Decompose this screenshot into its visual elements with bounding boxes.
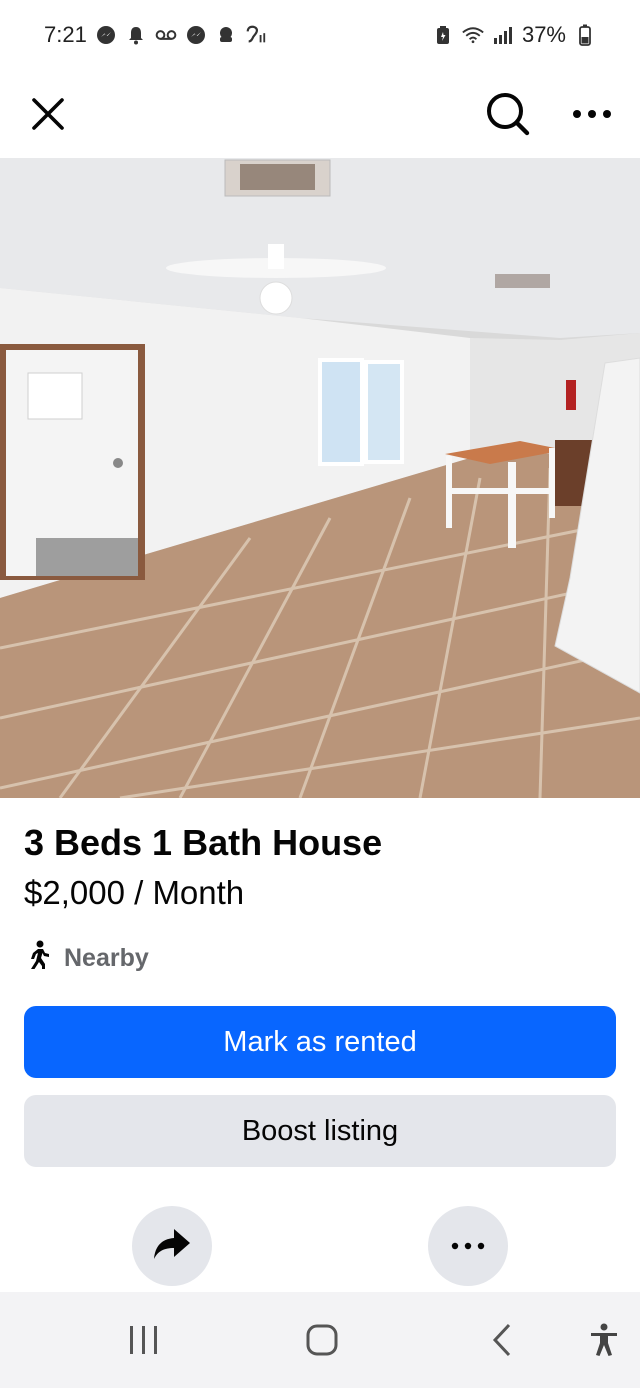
more-horizontal-icon[interactable]	[568, 90, 616, 138]
system-navigation-bar	[0, 1292, 640, 1388]
status-time: 7:21	[44, 22, 87, 47]
status-bar-right: 37%	[432, 22, 596, 48]
top-bar-actions	[484, 90, 616, 138]
share-icon	[152, 1227, 192, 1266]
boost-listing-button[interactable]: Boost listing	[24, 1095, 616, 1167]
distance-label: Nearby	[64, 944, 149, 972]
status-bar-left: 7:21	[44, 22, 267, 48]
home-icon[interactable]	[294, 1312, 350, 1368]
share-button[interactable]	[132, 1206, 212, 1286]
listing-photo-illustration	[0, 158, 640, 798]
listing-photo[interactable]	[0, 158, 640, 798]
listing-price: $2,000 / Month	[24, 874, 245, 911]
more-actions-button[interactable]	[428, 1206, 508, 1286]
wifi-icon	[462, 24, 484, 46]
voicemail-icon	[155, 24, 177, 46]
close-icon[interactable]	[24, 90, 72, 138]
listing-distance: Nearby	[24, 940, 149, 977]
hearing-icon	[245, 24, 267, 46]
messenger-icon	[95, 24, 117, 46]
recents-icon[interactable]	[116, 1312, 172, 1368]
accessibility-icon[interactable]	[576, 1312, 632, 1368]
signal-icon	[492, 24, 514, 46]
listing-title: 3 Beds 1 Bath House	[24, 822, 383, 863]
more-horizontal-icon	[451, 1237, 485, 1255]
search-icon[interactable]	[484, 90, 532, 138]
battery-percent: 37%	[521, 22, 566, 47]
app-notification-icon	[215, 24, 237, 46]
status-bar: 7:21 37%	[0, 0, 640, 70]
battery-saver-icon	[432, 24, 454, 46]
walking-person-icon	[24, 940, 52, 977]
mark-as-rented-button[interactable]: Mark as rented	[24, 1006, 616, 1078]
messenger-icon	[185, 24, 207, 46]
notification-bell-icon	[125, 24, 147, 46]
back-icon[interactable]	[474, 1312, 530, 1368]
battery-icon	[574, 24, 596, 46]
top-bar	[0, 70, 640, 158]
